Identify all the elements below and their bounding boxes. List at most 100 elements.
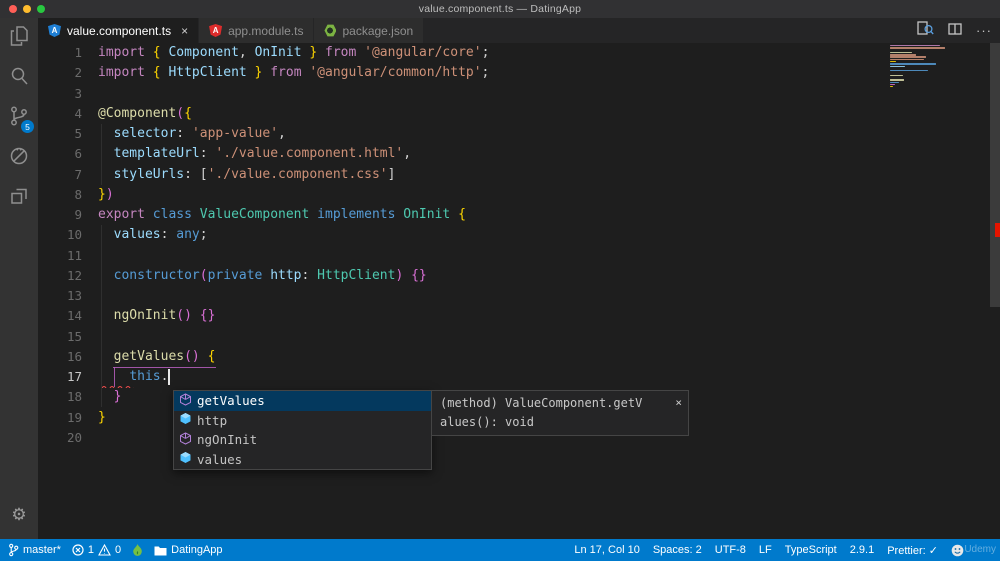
open-changes-icon[interactable] xyxy=(917,20,934,41)
code-line[interactable]: 4 @Component({ xyxy=(38,104,1000,124)
more-actions-icon[interactable]: ··· xyxy=(976,23,992,38)
warning-icon xyxy=(98,544,111,556)
status-item[interactable]: Ln 17, Col 10 xyxy=(574,544,639,557)
code-line[interactable]: 15 xyxy=(38,327,1000,347)
suggest-item-ngOnInit[interactable]: ngOnInit xyxy=(174,430,431,450)
line-content: import { Component, OnInit } from '@angu… xyxy=(98,45,490,60)
line-number: 12 xyxy=(66,267,82,283)
status-bar: master* 1 0 DatingApp Ln 17, Col 10 Space… xyxy=(0,539,1000,561)
indent-guide xyxy=(101,124,102,185)
close-window-icon[interactable] xyxy=(9,5,17,13)
search-icon xyxy=(7,64,31,93)
code-line[interactable]: 8}) xyxy=(38,185,1000,205)
folder-status[interactable]: DatingApp xyxy=(154,544,223,556)
activity-extensions[interactable] xyxy=(0,178,38,218)
suggest-item-getValues[interactable]: getValues xyxy=(174,391,431,411)
line-number: 6 xyxy=(74,146,82,162)
traffic-lights xyxy=(9,5,45,13)
code-line[interactable]: 13 xyxy=(38,286,1000,306)
code-line[interactable]: 17 this. xyxy=(38,367,1000,387)
minimap-line xyxy=(890,45,940,47)
code-line[interactable]: 7 styleUrls: ['./value.component.css'] xyxy=(38,165,1000,185)
tab-app-module-ts[interactable]: A app.module.ts xyxy=(199,18,315,43)
code-line[interactable]: 16 getValues() { xyxy=(38,347,1000,367)
code-line[interactable]: 12 constructor(private http: HttpClient)… xyxy=(38,266,1000,286)
activity-debug[interactable] xyxy=(0,138,38,178)
problems-status[interactable]: 1 0 xyxy=(72,544,121,556)
branch-icon xyxy=(8,543,19,557)
line-content: } xyxy=(98,409,106,425)
status-right-items: Ln 17, Col 10 Spaces: 2 UTF-8 LF TypeScript 2… xyxy=(574,544,938,557)
scrollbar-thumb[interactable] xyxy=(990,43,1000,307)
line-number: 9 xyxy=(74,207,82,222)
code-line[interactable]: 6 templateUrl: './value.component.html', xyxy=(38,144,1000,164)
editor-actions: ··· xyxy=(917,18,992,43)
minimap-line xyxy=(890,65,905,67)
line-content: ngOnInit() {} xyxy=(113,308,216,324)
code-line[interactable]: 3 xyxy=(38,84,1000,104)
code-line[interactable]: 5 selector: 'app-value', xyxy=(38,124,1000,144)
tab-package-json[interactable]: package.json xyxy=(314,18,425,43)
split-editor-icon[interactable] xyxy=(948,22,962,40)
settings-gear-icon[interactable]: ⚙ xyxy=(0,505,38,525)
suggest-item-values[interactable]: values xyxy=(174,450,431,470)
git-branch-status[interactable]: master* xyxy=(8,543,61,557)
minimize-window-icon[interactable] xyxy=(23,5,31,13)
status-item[interactable]: TypeScript xyxy=(785,544,837,557)
feedback-smiley-icon[interactable] xyxy=(951,544,964,557)
line-number: 5 xyxy=(74,126,82,141)
status-item[interactable]: LF xyxy=(759,544,772,557)
code-lines: 1 import { Component, OnInit } from '@ang… xyxy=(38,43,1000,448)
tab-close-icon[interactable]: × xyxy=(181,24,188,38)
suggest-item-http[interactable]: http xyxy=(174,411,431,431)
status-item[interactable]: Spaces: 2 xyxy=(653,544,702,557)
status-item[interactable]: 2.9.1 xyxy=(850,544,874,557)
line-content: }) xyxy=(98,186,114,202)
activity-search[interactable] xyxy=(0,58,38,98)
minimap-line xyxy=(890,86,893,88)
field-icon xyxy=(179,412,192,428)
tab-label: value.component.ts xyxy=(67,23,172,38)
line-content: selector: 'app-value', xyxy=(113,126,286,141)
line-number: 1 xyxy=(74,45,82,60)
code-line[interactable]: 2 import { HttpClient } from '@angular/co… xyxy=(38,63,1000,83)
minimap-line xyxy=(890,81,899,83)
flame-status[interactable] xyxy=(132,543,143,557)
activity-bar: 5 ⚙ xyxy=(0,18,38,539)
bracket-scope-guide xyxy=(114,367,115,387)
folder-icon xyxy=(154,545,167,556)
line-number: 11 xyxy=(66,247,82,263)
minimap-line xyxy=(890,79,904,81)
minimap-line xyxy=(890,83,895,86)
npm-icon xyxy=(324,24,337,37)
status-item[interactable]: Prettier: ✓ xyxy=(887,544,938,557)
line-number: 3 xyxy=(74,85,82,101)
line-content: getValues() { xyxy=(113,348,216,364)
suggest-label: ngOnInit xyxy=(197,432,258,448)
window-title: value.component.ts — DatingApp xyxy=(418,3,582,15)
tab-value-component-ts[interactable]: A value.component.ts × xyxy=(38,18,200,43)
code-line[interactable]: 9 export class ValueComponent implements … xyxy=(38,205,1000,225)
line-content: constructor(private http: HttpClient) {} xyxy=(113,267,427,283)
minimap[interactable] xyxy=(890,45,954,91)
code-line[interactable]: 11 xyxy=(38,246,1000,266)
code-line[interactable]: 1 import { Component, OnInit } from '@ang… xyxy=(38,43,1000,63)
tab-label: package.json xyxy=(342,23,414,38)
editor-content[interactable]: 1 import { Component, OnInit } from '@ang… xyxy=(38,43,1000,539)
line-number: 17 xyxy=(66,369,82,384)
activity-explorer[interactable] xyxy=(0,18,38,58)
line-number: 14 xyxy=(66,308,82,324)
minimap-line xyxy=(890,56,926,58)
field-icon xyxy=(179,451,192,467)
angular-ts-icon: A xyxy=(48,24,61,37)
maximize-window-icon[interactable] xyxy=(37,5,45,13)
code-line[interactable]: 14 ngOnInit() {} xyxy=(38,306,1000,326)
activity-source-control[interactable]: 5 xyxy=(0,98,38,138)
docs-close-icon[interactable]: × xyxy=(675,393,682,412)
line-number: 13 xyxy=(66,288,82,303)
status-item[interactable]: UTF-8 xyxy=(715,544,746,557)
line-content: import { HttpClient } from '@angular/com… xyxy=(98,65,490,81)
suggest-list: getValues http ngOnInit values xyxy=(174,391,431,469)
code-line[interactable]: 10 values: any; xyxy=(38,225,1000,245)
error-icon xyxy=(72,544,84,556)
